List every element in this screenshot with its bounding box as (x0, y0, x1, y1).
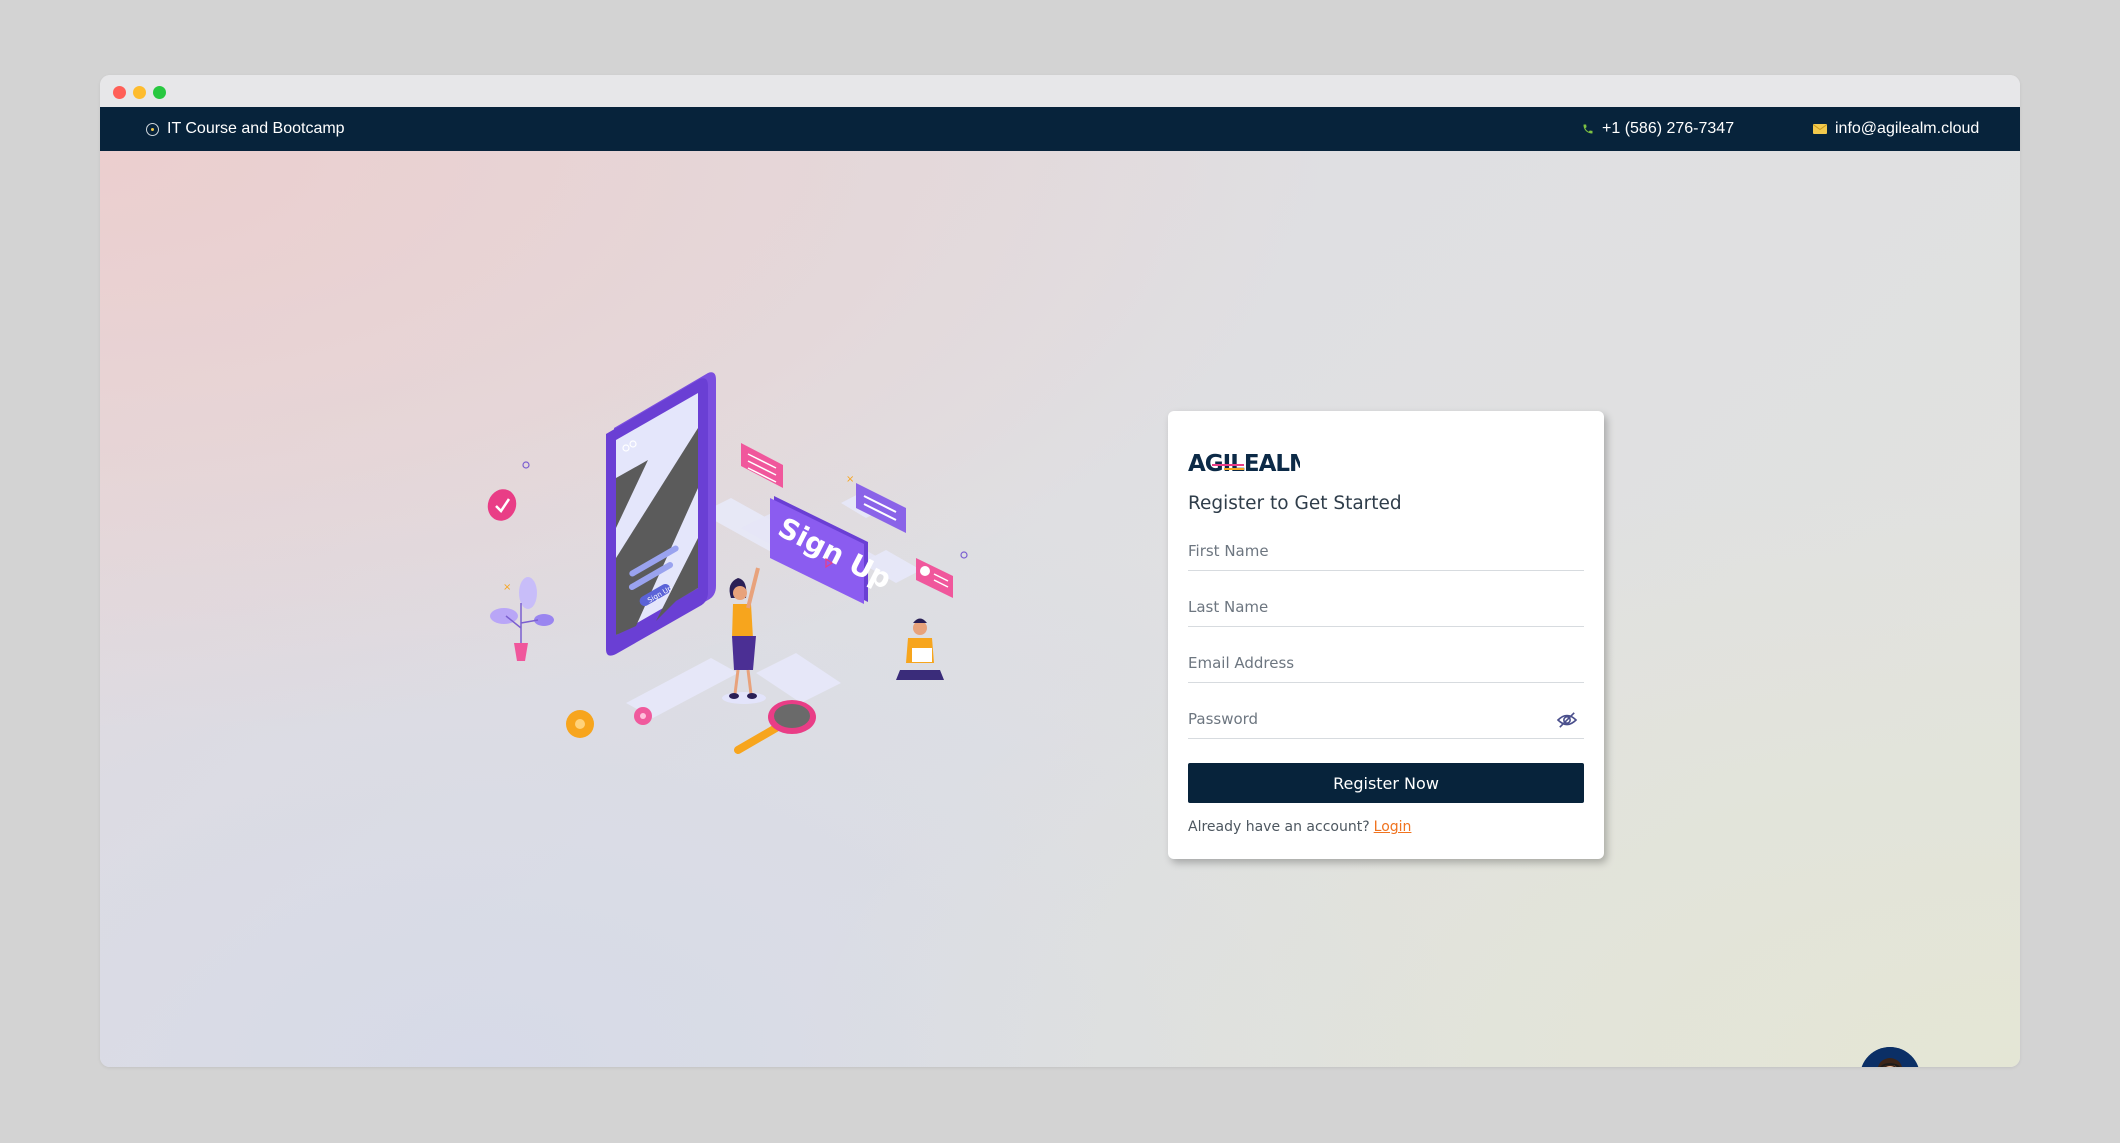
email-address[interactable]: info@agilealm.cloud (1835, 120, 1979, 138)
hero-section: Sign Up Sign Up × × AGILEALM Register to… (100, 151, 2020, 1067)
email-input[interactable] (1188, 643, 1548, 683)
decor-dot (960, 551, 968, 559)
minimize-window-button[interactable] (133, 86, 146, 99)
decor-cross: × (846, 474, 854, 485)
man-with-laptop (896, 618, 944, 680)
close-window-button[interactable] (113, 86, 126, 99)
tagline: IT Course and Bootcamp (146, 107, 345, 151)
email-contact[interactable]: info@agilealm.cloud (1813, 107, 1979, 151)
yellow-gear-icon (566, 710, 594, 738)
account-prompt-text: Already have an account? (1188, 819, 1370, 835)
svg-text:AGILEALM: AGILEALM (1188, 451, 1300, 475)
last-name-field[interactable] (1188, 587, 1584, 627)
browser-window: IT Course and Bootcamp +1 (586) 276-7347… (100, 75, 2020, 1067)
envelope-icon (1813, 124, 1827, 134)
window-titlebar (100, 75, 2020, 107)
support-chat-button[interactable] (1860, 1047, 1920, 1067)
register-card: AGILEALM Register to Get Started First N… (1168, 411, 1604, 859)
pink-profile-card (916, 558, 953, 598)
woman-figure (722, 567, 766, 704)
password-field[interactable] (1188, 699, 1584, 739)
first-name-field[interactable] (1188, 531, 1584, 571)
login-link[interactable]: Login (1374, 819, 1412, 835)
login-prompt: Already have an account? Login (1188, 819, 1411, 835)
phone-device: Sign Up (606, 372, 716, 656)
register-now-button[interactable]: Register Now (1188, 763, 1584, 803)
magnifier-icon (734, 700, 816, 754)
phone-contact[interactable]: +1 (586) 276-7347 (1582, 107, 1734, 151)
eye-slash-icon[interactable] (1556, 711, 1578, 729)
check-badge-icon (487, 489, 517, 521)
purple-message-card (856, 483, 906, 533)
top-contact-bar: IT Course and Bootcamp +1 (586) 276-7347… (100, 107, 2020, 151)
email-field[interactable] (1188, 643, 1584, 683)
support-agent-avatar (1861, 1047, 1919, 1067)
maximize-window-button[interactable] (153, 86, 166, 99)
first-name-input[interactable] (1188, 531, 1548, 571)
potted-plant (490, 577, 554, 661)
tagline-text: IT Course and Bootcamp (167, 120, 345, 137)
signup-illustration: Sign Up Sign Up × × (487, 372, 968, 754)
agilealm-logo: AGILEALM (1188, 451, 1300, 475)
pink-message-card (741, 443, 783, 488)
password-input[interactable] (1188, 699, 1548, 739)
phone-icon (1583, 124, 1593, 134)
pink-gear-icon (634, 707, 652, 725)
phone-number[interactable]: +1 (586) 276-7347 (1602, 120, 1734, 138)
form-heading: Register to Get Started (1188, 493, 1402, 514)
decor-cross: × (503, 582, 511, 593)
last-name-input[interactable] (1188, 587, 1548, 627)
circle-dot-icon (146, 122, 159, 136)
decor-dot (522, 461, 530, 469)
floor-tile (756, 653, 841, 703)
